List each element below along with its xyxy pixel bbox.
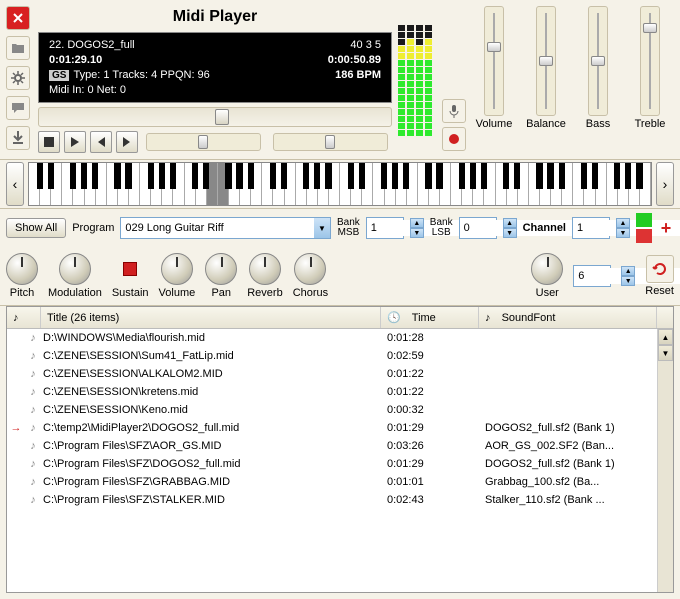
bpm: 186 BPM — [335, 69, 381, 81]
total-time: 0:00:50.89 — [328, 54, 381, 66]
pitch-knob-label: Pitch — [10, 287, 34, 299]
record-button[interactable] — [442, 127, 466, 151]
seek-slider[interactable] — [38, 107, 392, 127]
playlist-body[interactable]: ♪D:\WINDOWS\Media\flourish.mid0:01:28♪C:… — [7, 329, 657, 592]
scrollbar[interactable]: ▲ ▼ — [657, 329, 673, 592]
tempo-slider[interactable] — [146, 133, 261, 151]
sustain-label: Sustain — [112, 287, 149, 299]
play-button[interactable] — [64, 131, 86, 153]
sustain-indicator[interactable] — [114, 253, 146, 285]
add-button[interactable]: + — [658, 221, 674, 235]
bank-msb-label: Bank MSB — [337, 218, 360, 238]
program-label: Program — [72, 222, 114, 234]
lcd-display: 22. DOGOS2_full 40 3 5 0:01:29.10 0:00:50.… — [38, 32, 392, 103]
user-knob[interactable] — [531, 253, 563, 285]
bass-slider[interactable] — [588, 6, 608, 116]
level-meter — [398, 6, 434, 136]
open-file-button[interactable] — [6, 36, 30, 60]
app-title: Midi Player — [38, 6, 392, 28]
col-soundfont[interactable]: SoundFont — [502, 312, 556, 324]
bank-lsb-label: Bank LSB — [430, 218, 453, 238]
playlist-row[interactable]: ♪C:\Program Files\SFZ\STALKER.MID0:02:43… — [7, 491, 657, 509]
mic-button[interactable] — [442, 99, 466, 123]
track-label: 22. DOGOS2_full — [49, 39, 135, 51]
show-all-button[interactable]: Show All — [6, 218, 66, 238]
scroll-down-icon[interactable]: ▼ — [658, 345, 673, 361]
playlist: ♪ Title (26 items) 🕓 Time ♪ SoundFont ♪D… — [6, 306, 674, 593]
reverb-knob[interactable] — [249, 253, 281, 285]
user-spinner[interactable]: ▲▼ — [621, 266, 635, 286]
stop-button[interactable] — [38, 131, 60, 153]
gs-badge: GS — [49, 70, 69, 81]
balance-slider[interactable] — [536, 6, 556, 116]
pan-knob[interactable] — [205, 253, 237, 285]
treble-label: Treble — [635, 118, 666, 130]
volume-label: Volume — [476, 118, 513, 130]
settings-button[interactable] — [6, 66, 30, 90]
close-button[interactable] — [6, 6, 30, 30]
program-combo[interactable]: ▼ — [120, 217, 331, 239]
program-input[interactable] — [121, 220, 314, 236]
chorus-knob[interactable] — [294, 253, 326, 285]
pan-knob-label: Pan — [211, 287, 231, 299]
bank-msb-spinner[interactable]: ▲▼ — [410, 218, 424, 238]
bank-msb-field[interactable] — [366, 217, 404, 239]
midi-info: Type: 1 Tracks: 4 PPQN: 96 — [73, 69, 209, 81]
playlist-row[interactable]: ♪C:\ZENE\SESSION\Keno.mid0:00:32 — [7, 401, 657, 419]
position-time: 0:01:29.10 — [49, 54, 102, 66]
prev-button[interactable] — [90, 131, 112, 153]
volume-knob-label: Volume — [159, 287, 196, 299]
note-icon: ♪ — [13, 312, 19, 324]
volume-knob[interactable] — [161, 253, 193, 285]
playlist-row[interactable]: ♪C:\Program Files\SFZ\AOR_GS.MID0:03:26A… — [7, 437, 657, 455]
channel-spinner[interactable]: ▲▼ — [616, 218, 630, 238]
channel-field[interactable] — [572, 217, 610, 239]
balance-label: Balance — [526, 118, 566, 130]
clock-icon: 🕓 — [387, 311, 401, 324]
playlist-row[interactable]: ♪D:\WINDOWS\Media\flourish.mid0:01:28 — [7, 329, 657, 347]
modulation-knob[interactable] — [59, 253, 91, 285]
playlist-row[interactable]: ♪C:\Program Files\SFZ\DOGOS2_full.mid0:0… — [7, 455, 657, 473]
keyboard-scroll-right[interactable]: › — [656, 162, 674, 206]
piano-keyboard[interactable] — [28, 162, 652, 206]
reverb-knob-label: Reverb — [247, 287, 282, 299]
next-button[interactable] — [116, 131, 138, 153]
user-value-field[interactable] — [573, 265, 611, 287]
indicator-green[interactable] — [636, 213, 652, 227]
note-icon: ♪ — [485, 312, 491, 324]
volume-slider[interactable] — [484, 6, 504, 116]
playlist-row[interactable]: ♪C:\ZENE\SESSION\kretens.mid0:01:22 — [7, 383, 657, 401]
chevron-down-icon[interactable]: ▼ — [314, 218, 330, 238]
col-time[interactable]: Time — [412, 312, 436, 324]
playlist-row[interactable]: ♪C:\ZENE\SESSION\Sum41_FatLip.mid0:02:59 — [7, 347, 657, 365]
reset-label: Reset — [645, 285, 674, 297]
reset-button[interactable] — [646, 255, 674, 283]
midi-io: Midi In: 0 Net: 0 — [49, 84, 381, 96]
user-knob-label: User — [536, 287, 559, 299]
bass-label: Bass — [586, 118, 610, 130]
scroll-up-icon[interactable]: ▲ — [658, 329, 673, 345]
pitch-slider[interactable] — [273, 133, 388, 151]
comment-button[interactable] — [6, 96, 30, 120]
treble-slider[interactable] — [640, 6, 660, 116]
playlist-row[interactable]: ♪C:\Program Files\SFZ\GRABBAG.MID0:01:01… — [7, 473, 657, 491]
channel-label: Channel — [523, 222, 566, 234]
chorus-knob-label: Chorus — [293, 287, 328, 299]
playlist-row[interactable]: →♪C:\temp2\MidiPlayer2\DOGOS2_full.mid0:… — [7, 419, 657, 437]
indicator-red[interactable] — [636, 229, 652, 243]
keyboard-scroll-left[interactable]: ‹ — [6, 162, 24, 206]
playlist-row[interactable]: ♪C:\ZENE\SESSION\ALKALOM2.MID0:01:22 — [7, 365, 657, 383]
counter: 40 3 5 — [350, 39, 381, 51]
col-title[interactable]: Title (26 items) — [47, 312, 119, 324]
modulation-knob-label: Modulation — [48, 287, 102, 299]
bank-lsb-field[interactable] — [459, 217, 497, 239]
playlist-header: ♪ Title (26 items) 🕓 Time ♪ SoundFont — [7, 307, 673, 329]
pitch-knob[interactable] — [6, 253, 38, 285]
bank-lsb-spinner[interactable]: ▲▼ — [503, 218, 517, 238]
download-button[interactable] — [6, 126, 30, 150]
